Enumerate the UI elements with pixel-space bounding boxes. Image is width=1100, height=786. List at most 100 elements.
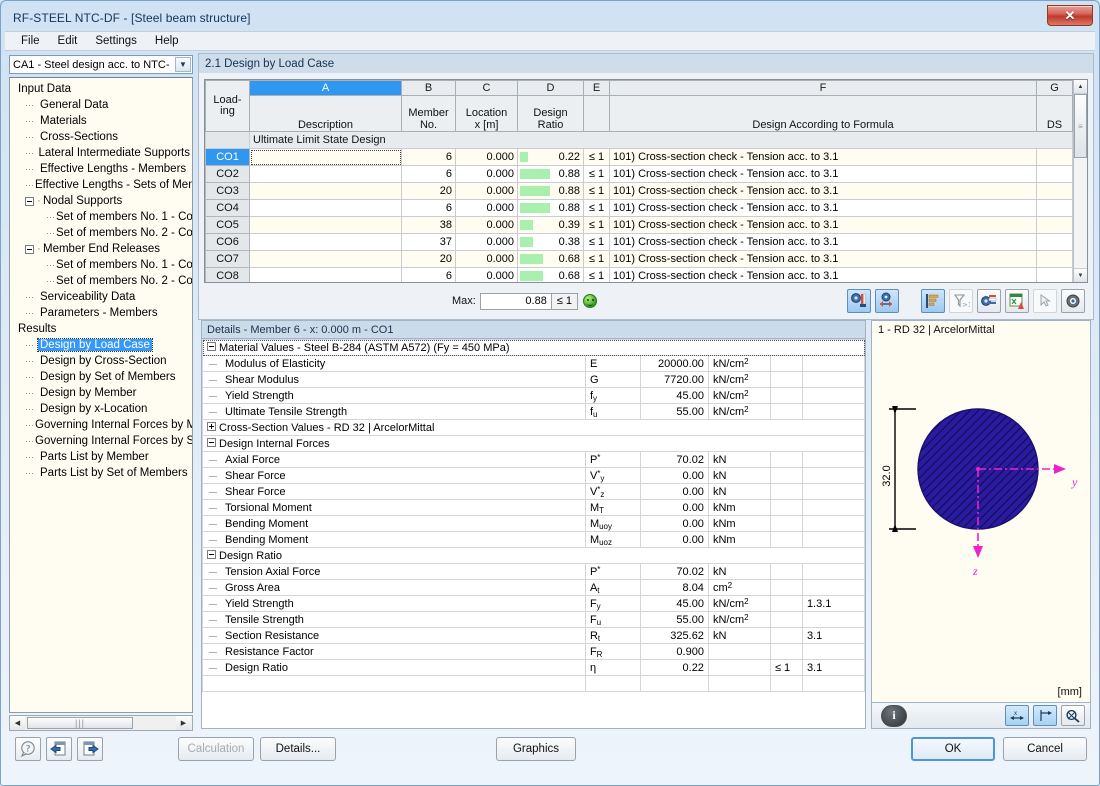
cell-location[interactable]: 0.000 [456, 166, 518, 183]
tree-item-design-by-load-case[interactable]: ⋯Design by Load Case [13, 337, 192, 353]
table-row[interactable]: CO3200.0000.88≤ 1101) Cross-section chec… [206, 183, 1073, 200]
cell-description[interactable] [250, 149, 402, 166]
cell-location[interactable]: 0.000 [456, 234, 518, 251]
cell-location[interactable]: 0.000 [456, 268, 518, 283]
table-row[interactable]: CO260.0000.88≤ 1101) Cross-section check… [206, 166, 1073, 183]
tree-item-set-of-members-no-1-cor[interactable]: ⋯Set of members No. 1 - Cor [13, 209, 192, 225]
tree-item-governing-internal-forces-by-m[interactable]: ⋯Governing Internal Forces by M [13, 417, 192, 433]
tree-item-parameters-members[interactable]: ⋯Parameters - Members [13, 305, 192, 321]
cell-member-no[interactable]: 20 [402, 251, 456, 268]
tree-item-materials[interactable]: ⋯Materials [13, 113, 192, 129]
cell-ds[interactable] [1037, 234, 1073, 251]
row-loading[interactable]: CO3 [206, 183, 250, 200]
cell-ds[interactable] [1037, 166, 1073, 183]
tree-item-lateral-intermediate-supports[interactable]: ⋯Lateral Intermediate Supports [13, 145, 192, 161]
cell-formula[interactable]: 101) Cross-section check - Tension acc. … [610, 268, 1037, 283]
cell-formula[interactable]: 101) Cross-section check - Tension acc. … [610, 200, 1037, 217]
grid-vscrollbar[interactable]: ▲ ≡ ▼ [1073, 80, 1087, 282]
details-row[interactable]: Shear ModulusG7720.00kN/cm2 [203, 372, 865, 388]
hscroll-thumb[interactable]: ||| [27, 717, 133, 729]
tree-item-design-by-member[interactable]: ⋯Design by Member [13, 385, 192, 401]
row-loading[interactable]: CO5 [206, 217, 250, 234]
cell-description[interactable] [250, 234, 402, 251]
calculation-button[interactable]: Calculation [178, 737, 254, 761]
tree-item-cross-sections[interactable]: ⋯Cross-Sections [13, 129, 192, 145]
details-row[interactable]: Tensile StrengthFu55.00kN/cm2 [203, 612, 865, 628]
collapse-icon[interactable] [207, 342, 216, 351]
column-letter-a[interactable]: A [250, 81, 402, 96]
tree-item-general-data[interactable]: ⋯General Data [13, 97, 192, 113]
cell-design-ratio[interactable]: 0.38 [518, 234, 584, 251]
color-scale-button[interactable] [977, 289, 1001, 313]
row-loading[interactable]: CO2 [206, 166, 250, 183]
cell-ds[interactable] [1037, 200, 1073, 217]
dimension-x-button[interactable]: x [1005, 705, 1029, 726]
results-grid[interactable]: Load- ing A B C D E F G [204, 79, 1088, 283]
menu-settings[interactable]: Settings [87, 33, 145, 49]
cell-member-no[interactable]: 6 [402, 268, 456, 283]
details-row[interactable]: Shear ForceV*y0.00kN [203, 468, 865, 484]
cell-description[interactable] [250, 251, 402, 268]
cell-ds[interactable] [1037, 149, 1073, 166]
cell-description[interactable] [250, 166, 402, 183]
grid-corner[interactable]: Load- ing [206, 81, 250, 132]
table-row[interactable]: CO460.0000.88≤ 1101) Cross-section check… [206, 200, 1073, 217]
collapse-icon[interactable] [25, 197, 34, 206]
result-view-button[interactable] [847, 289, 871, 313]
details-row[interactable]: Torsional MomentMT0.00kNm [203, 500, 865, 516]
cell-ds[interactable] [1037, 251, 1073, 268]
cell-description[interactable] [250, 183, 402, 200]
cell-member-no[interactable]: 37 [402, 234, 456, 251]
column-letter-f[interactable]: F [610, 81, 1037, 96]
tree-item-design-by-cross-section[interactable]: ⋯Design by Cross-Section [13, 353, 192, 369]
cell-member-no[interactable]: 6 [402, 200, 456, 217]
cell-ds[interactable] [1037, 217, 1073, 234]
cell-formula[interactable]: 101) Cross-section check - Tension acc. … [610, 166, 1037, 183]
cell-design-ratio[interactable]: 0.88 [518, 200, 584, 217]
details-row[interactable]: Resistance FactorFR0.900 [203, 644, 865, 660]
cell-design-ratio[interactable]: 0.88 [518, 183, 584, 200]
scroll-up-icon[interactable]: ▲ [1074, 80, 1087, 94]
vscroll-track[interactable]: ≡ [1074, 94, 1087, 268]
tree-item-results[interactable]: Results [13, 321, 192, 337]
cell-formula[interactable]: 101) Cross-section check - Tension acc. … [610, 251, 1037, 268]
scroll-right-icon[interactable]: ▶ [176, 716, 191, 730]
cell-design-ratio[interactable]: 0.39 [518, 217, 584, 234]
tree-item-design-by-set-of-members[interactable]: ⋯Design by Set of Members [13, 369, 192, 385]
cross-section-graphic[interactable]: 1 - RD 32 | ArcelorMittal [871, 320, 1091, 703]
cell-design-ratio[interactable]: 0.22 [518, 149, 584, 166]
row-loading[interactable]: CO6 [206, 234, 250, 251]
cell-location[interactable]: 0.000 [456, 183, 518, 200]
tree-item-effective-lengths-sets-of-mem[interactable]: ⋯Effective Lengths - Sets of Mem [13, 177, 192, 193]
cell-description[interactable] [250, 217, 402, 234]
details-row[interactable]: Bending MomentMuoy0.00kNm [203, 516, 865, 532]
cell-ds[interactable] [1037, 183, 1073, 200]
column-letter-g[interactable]: G [1037, 81, 1073, 96]
cell-design-ratio[interactable]: 0.68 [518, 268, 584, 283]
tree-item-set-of-members-no-2-cor[interactable]: ⋯Set of members No. 2 - Cor [13, 273, 192, 289]
cell-location[interactable]: 0.000 [456, 217, 518, 234]
details-body[interactable]: Material Values - Steel B-284 (ASTM A572… [201, 338, 866, 729]
details-row[interactable]: Modulus of ElasticityE20000.00kN/cm2 [203, 356, 865, 372]
navigator-tree[interactable]: Input Data⋯General Data⋯Materials⋯Cross-… [9, 77, 193, 713]
row-loading[interactable]: CO4 [206, 200, 250, 217]
info-button[interactable]: i [881, 705, 907, 727]
vscroll-thumb[interactable]: ≡ [1074, 94, 1087, 158]
details-row[interactable]: Bending MomentMuoz0.00kNm [203, 532, 865, 548]
column-letter-e[interactable]: E [584, 81, 610, 96]
cell-member-no[interactable]: 6 [402, 166, 456, 183]
details-row[interactable]: Axial ForceP*70.02kN [203, 452, 865, 468]
cell-design-ratio[interactable]: 0.68 [518, 251, 584, 268]
details-row[interactable]: Section ResistanceRt325.62kN3.1 [203, 628, 865, 644]
row-loading[interactable]: CO7 [206, 251, 250, 268]
scroll-down-icon[interactable]: ▼ [1074, 268, 1087, 282]
tree-item-parts-list-by-set-of-members[interactable]: ⋯Parts List by Set of Members [13, 465, 192, 481]
details-group-row[interactable]: Design Ratio [203, 548, 865, 564]
design-case-combobox[interactable]: CA1 - Steel design acc. to NTC- ▼ [9, 55, 193, 74]
cell-location[interactable]: 0.000 [456, 200, 518, 217]
graphics-button[interactable]: Graphics [496, 737, 576, 761]
details-row[interactable]: Design Ratioη0.22≤ 13.1 [203, 660, 865, 676]
next-page-button[interactable] [77, 737, 103, 761]
collapse-icon[interactable] [207, 438, 216, 447]
select-pointer-button[interactable] [1033, 289, 1057, 313]
